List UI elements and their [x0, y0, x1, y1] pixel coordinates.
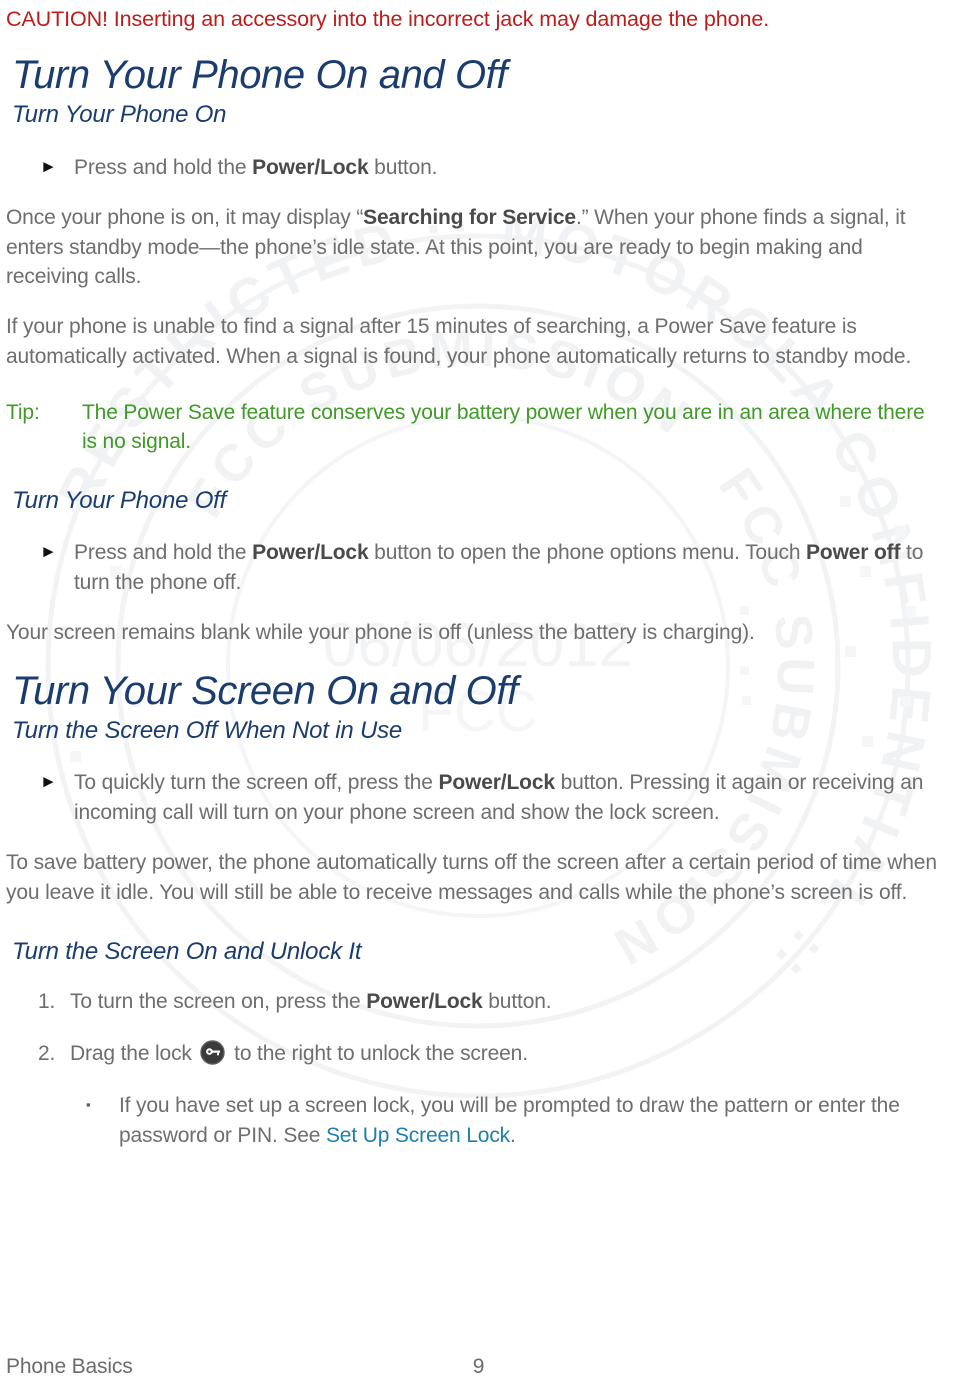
- page-footer: Phone Basics 9: [0, 1355, 957, 1379]
- section-subheading-screen-off-not-in-use: Turn the Screen Off When Not in Use: [12, 716, 403, 744]
- paragraph-searching-for-service: Once your phone is on, it may display “S…: [6, 203, 945, 292]
- link-set-up-screen-lock[interactable]: Set Up Screen Lock: [326, 1124, 510, 1147]
- bold-power-lock: Power/Lock: [438, 771, 556, 795]
- bullet-power-off-text: Press and hold the Power/Lock button to …: [74, 538, 945, 598]
- footer-page-number: 9: [472, 1355, 485, 1378]
- paragraph-save-battery: To save battery power, the phone automat…: [6, 851, 937, 904]
- bullet-power-on: ► Press and hold the Power/Lock button.: [6, 153, 945, 183]
- section-title-screen-on-off: Turn Your Screen On and Off: [12, 668, 518, 713]
- text-fragment: button.: [482, 990, 552, 1014]
- sub-bullet-screen-lock: ▪ If you have set up a screen lock, you …: [6, 1091, 945, 1151]
- tip-block: Tip: The Power Save feature conserves yo…: [6, 398, 945, 457]
- numbered-list-item: 2. Drag the lock to the right to unlock …: [6, 1039, 945, 1069]
- paragraph-screen-blank: Your screen remains blank while your pho…: [6, 620, 755, 644]
- numbered-item-text: To turn the screen on, press the Power/L…: [70, 987, 945, 1017]
- text-fragment: To turn the screen on, press the: [70, 990, 367, 1014]
- bullet-screen-off-text: To quickly turn the screen off, press th…: [74, 768, 945, 828]
- bullet-screen-off: ► To quickly turn the screen off, press …: [6, 768, 945, 828]
- text-fragment: to the right to unlock the screen.: [228, 1042, 528, 1066]
- bullet-power-on-text: Press and hold the Power/Lock button.: [74, 153, 945, 183]
- tip-text: The Power Save feature conserves your ba…: [82, 400, 925, 454]
- paragraph-power-save: If your phone is unable to find a signal…: [6, 315, 912, 369]
- numbered-list-item: 1. To turn the screen on, press the Powe…: [6, 987, 945, 1017]
- numbered-item-text: Drag the lock to the right to unlock the…: [70, 1039, 945, 1069]
- text-fragment: Press and hold the: [74, 541, 253, 565]
- page-title: Turn Your Phone On and Off: [12, 53, 508, 98]
- section-subheading-screen-on-unlock: Turn the Screen On and Unlock It: [12, 937, 362, 965]
- text-fragment: Once your phone is on, it may display “: [6, 205, 364, 229]
- text-fragment: Drag the lock: [70, 1042, 198, 1066]
- bold-searching-for-service: Searching for Service: [363, 205, 576, 229]
- list-number: 1.: [38, 990, 56, 1014]
- arrow-bullet-icon: ►: [40, 157, 57, 176]
- text-fragment: button.: [368, 156, 438, 179]
- list-number: 2.: [38, 1042, 56, 1066]
- sub-bullet-text: If you have set up a screen lock, you wi…: [119, 1091, 945, 1151]
- text-fragment: button to open the phone options menu. T…: [368, 541, 807, 565]
- document-page: CAUTION! Inserting an accessory into the…: [0, 6, 957, 1151]
- bullet-power-off: ► Press and hold the Power/Lock button t…: [6, 538, 945, 598]
- lock-key-icon: [200, 1040, 226, 1065]
- arrow-bullet-icon: ►: [40, 542, 57, 562]
- text-fragment: .: [510, 1123, 516, 1147]
- section-subheading-turn-phone-off: Turn Your Phone Off: [12, 486, 227, 514]
- bold-power-lock: Power/Lock: [252, 541, 369, 565]
- tip-label: Tip:: [6, 400, 40, 424]
- bold-power-lock: Power/Lock: [366, 990, 483, 1014]
- text-fragment: Press and hold the: [74, 156, 253, 179]
- arrow-bullet-icon: ►: [40, 772, 57, 792]
- square-bullet-icon: ▪: [86, 1096, 91, 1112]
- bold-power-off: Power off: [806, 541, 901, 565]
- text-fragment: To quickly turn the screen off, press th…: [74, 771, 439, 795]
- section-subheading-turn-phone-on: Turn Your Phone On: [12, 101, 227, 129]
- caution-note: CAUTION! Inserting an accessory into the…: [6, 7, 770, 31]
- bold-power-lock: Power/Lock: [252, 156, 369, 179]
